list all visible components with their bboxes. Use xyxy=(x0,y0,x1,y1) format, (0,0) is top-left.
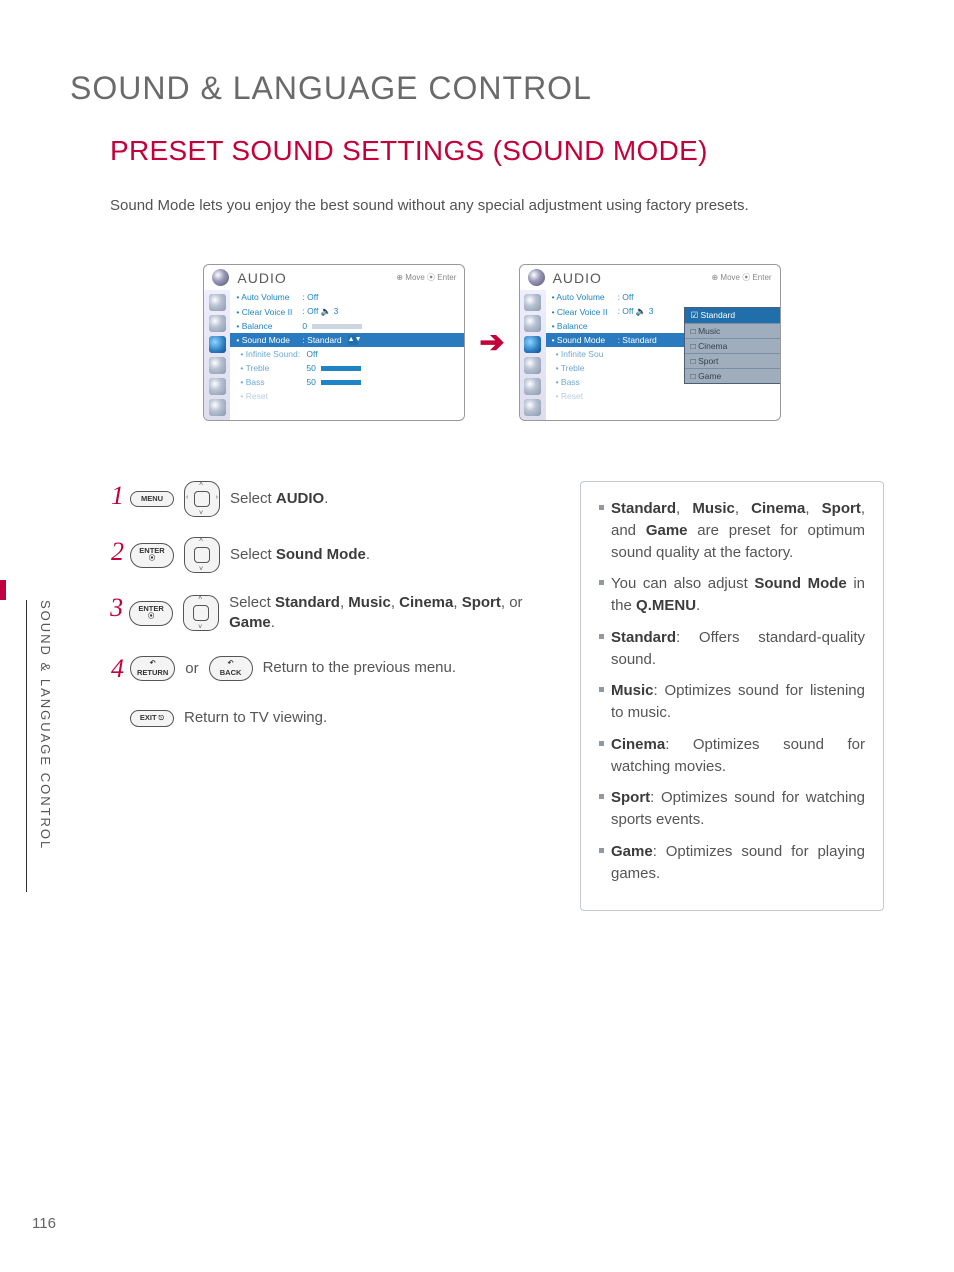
step-3: 3 ENTER ˄˅ Select Standard, Music, Cinem… xyxy=(110,593,550,634)
speaker-icon: o xyxy=(528,269,545,286)
osd-item: • Balance xyxy=(552,321,618,331)
popup-item: Cinema xyxy=(685,338,781,353)
intro-text: Sound Mode lets you enjoy the best sound… xyxy=(110,197,884,214)
osd-sidebar-icons xyxy=(204,290,230,420)
info-item: Standard: Offers standard-quality sound. xyxy=(599,627,865,671)
popup-item: Standard xyxy=(685,308,781,323)
info-item: Sport: Optimizes sound for watching spor… xyxy=(599,787,865,831)
popup-item: Music xyxy=(685,323,781,338)
osd-list: • Auto Volume: Off • Clear Voice II: Off… xyxy=(230,290,464,420)
sound-mode-popup: Standard Music Cinema Sport Game xyxy=(684,307,781,384)
enter-button-icon: ENTER xyxy=(130,543,174,568)
osd-right: o AUDIO ⊕ Move ⦿ Enter • Auto Volume: Of… xyxy=(519,264,781,421)
info-item: Cinema: Optimizes sound for watching mov… xyxy=(599,734,865,778)
osd-sidebar-icons xyxy=(520,290,546,420)
osd-item: • Balance xyxy=(236,321,302,331)
osd-item: • Auto Volume xyxy=(236,292,302,302)
osd-subitem: • Bass xyxy=(552,377,622,387)
enter-button-icon: ENTER xyxy=(129,601,173,626)
popup-item: Sport xyxy=(685,353,781,368)
page-subtitle: PRESET SOUND SETTINGS (SOUND MODE) xyxy=(110,135,884,167)
info-item: Music: Optimizes sound for listening to … xyxy=(599,680,865,724)
manual-page: SOUND & LANGUAGE CONTROL PRESET SOUND SE… xyxy=(0,0,954,1272)
osd-item: • Auto Volume xyxy=(552,292,618,302)
osd-subitem: • Reset xyxy=(236,391,306,401)
osd-subitem: • Treble xyxy=(236,363,306,373)
side-tab: SOUND & LANGUAGE CONTROL xyxy=(0,580,6,892)
spin-icon: ▲▼ xyxy=(348,335,358,345)
osd-item-selected: • Sound Mode: Standard▲▼ xyxy=(230,333,464,347)
step-number: 3 xyxy=(110,593,123,623)
step-number: 2 xyxy=(110,537,124,567)
page-number: 116 xyxy=(32,1215,56,1232)
step-number: 4 xyxy=(110,654,124,684)
dpad-icon: ˄˅‹› xyxy=(184,481,220,517)
osd-hints: ⊕ Move ⦿ Enter xyxy=(712,272,772,283)
dpad-icon: ˄˅ xyxy=(183,595,219,631)
osd-subitem: • Infinite Sou xyxy=(552,349,636,359)
treble-slider xyxy=(321,366,361,371)
info-item: Game: Optimizes sound for playing games. xyxy=(599,841,865,885)
dpad-icon: ˄˅ xyxy=(184,537,220,573)
osd-subitem: • Reset xyxy=(552,391,622,401)
balance-slider xyxy=(312,324,362,329)
bass-slider xyxy=(321,380,361,385)
step-2: 2 ENTER ˄˅ Select Sound Mode. xyxy=(110,537,550,573)
step-list: 1 MENU ˄˅‹› Select AUDIO. 2 ENTER ˄˅ Sel… xyxy=(110,481,550,911)
osd-item: • Clear Voice II xyxy=(236,307,302,317)
popup-item: Game xyxy=(685,368,781,383)
osd-subitem: • Infinite Sound: xyxy=(236,349,306,359)
info-box: Standard, Music, Cinema, Sport, and Game… xyxy=(580,481,884,911)
osd-subitem: • Treble xyxy=(552,363,622,373)
exit-button-icon: EXIT xyxy=(130,710,174,727)
step-1: 1 MENU ˄˅‹› Select AUDIO. xyxy=(110,481,550,517)
osd-item: • Clear Voice II xyxy=(552,307,618,317)
page-title: SOUND & LANGUAGE CONTROL xyxy=(70,70,884,107)
osd-hints: ⊕ Move ⦿ Enter xyxy=(396,272,456,283)
side-tab-label: SOUND & LANGUAGE CONTROL xyxy=(38,600,53,850)
osd-title: AUDIO xyxy=(553,270,602,286)
speaker-icon: o xyxy=(212,269,229,286)
osd-subitem: • Bass xyxy=(236,377,306,387)
step-4: 4 RETURN or BACK Return to the previous … xyxy=(110,654,550,684)
osd-screenshots: o AUDIO ⊕ Move ⦿ Enter • Auto Volume: Of… xyxy=(100,264,884,421)
osd-left: o AUDIO ⊕ Move ⦿ Enter • Auto Volume: Of… xyxy=(203,264,465,421)
back-button-icon: BACK xyxy=(209,656,253,681)
return-button-icon: RETURN xyxy=(130,656,175,681)
info-item: You can also adjust Sound Mode in the Q.… xyxy=(599,573,865,617)
arrow-right-icon: ➔ xyxy=(479,325,504,360)
or-text: or xyxy=(185,660,198,677)
menu-button-icon: MENU xyxy=(130,491,174,507)
osd-title: AUDIO xyxy=(237,270,286,286)
info-item: Standard, Music, Cinema, Sport, and Game… xyxy=(599,498,865,563)
step-exit: . EXIT Return to TV viewing. xyxy=(110,704,550,734)
step-number: 1 xyxy=(110,481,124,511)
